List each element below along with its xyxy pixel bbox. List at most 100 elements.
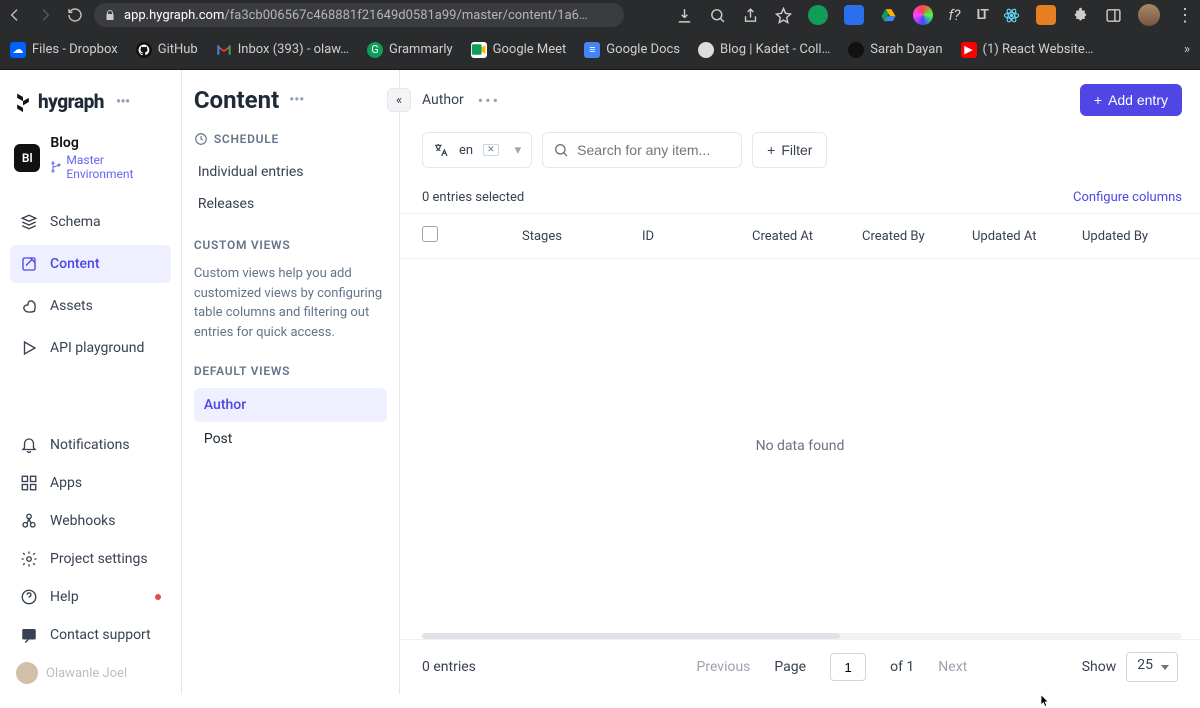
address-bar[interactable]: app.hygraph.com/fa3cb006567c468881f21649… bbox=[94, 3, 624, 27]
default-views-header: DEFAULT VIEWS bbox=[194, 364, 387, 378]
search-input[interactable] bbox=[577, 142, 731, 158]
extension-react-icon[interactable] bbox=[1003, 7, 1020, 24]
collapse-panel-button[interactable]: « bbox=[387, 88, 411, 112]
bookmark-sarah[interactable]: Sarah Dayan bbox=[848, 42, 942, 58]
breadcrumb-menu-icon[interactable]: ••• bbox=[478, 91, 500, 110]
filter-button[interactable]: + Filter bbox=[752, 132, 827, 168]
webhook-icon bbox=[20, 512, 38, 530]
show-label: Show bbox=[1082, 659, 1117, 675]
locale-selector[interactable]: en ✕ ▾ bbox=[422, 132, 532, 168]
project-selector[interactable]: Bl Blog Master Environment bbox=[10, 133, 171, 197]
main-area: Author ••• + Add entry en ✕ ▾ + Filter bbox=[400, 70, 1200, 694]
releases-link[interactable]: Releases bbox=[194, 188, 387, 220]
nav-contact-support[interactable]: Contact support bbox=[10, 616, 171, 654]
page-of-label: of 1 bbox=[890, 659, 914, 675]
extension-orange-icon[interactable] bbox=[1036, 5, 1056, 25]
assets-icon bbox=[20, 297, 38, 315]
nav-webhooks[interactable]: Webhooks bbox=[10, 502, 171, 540]
custom-views-header: CUSTOM VIEWS bbox=[194, 238, 387, 252]
nav-content[interactable]: Content bbox=[10, 245, 171, 283]
next-page-button[interactable]: Next bbox=[938, 659, 967, 675]
col-id[interactable]: ID bbox=[642, 225, 752, 248]
col-updated-at[interactable]: Updated At bbox=[972, 225, 1082, 248]
bookmark-kadet[interactable]: Blog | Kadet - Coll… bbox=[698, 42, 830, 58]
extensions-icon[interactable] bbox=[1072, 7, 1089, 24]
url-path: /fa3cb006567c468881f21649d0581a99/master… bbox=[224, 8, 587, 23]
select-all-checkbox[interactable] bbox=[422, 226, 438, 242]
bookmark-meet[interactable]: Google Meet bbox=[471, 42, 567, 58]
star-icon[interactable] bbox=[775, 7, 792, 24]
brand-logo[interactable]: hygraph ••• bbox=[10, 84, 171, 127]
bookmark-docs[interactable]: ≡Google Docs bbox=[584, 42, 680, 58]
top-bar: Author ••• + Add entry bbox=[400, 70, 1200, 132]
bookmarks-bar: ☁Files - Dropbox GitHub Inbox (393) - ol… bbox=[0, 30, 1200, 70]
browser-back-icon[interactable] bbox=[6, 6, 24, 24]
extension-lt-icon[interactable]: LT bbox=[976, 7, 987, 23]
tool-row: en ✕ ▾ + Filter bbox=[400, 132, 1200, 182]
nav-notifications[interactable]: Notifications bbox=[10, 426, 171, 464]
panel-menu-icon[interactable]: ••• bbox=[289, 92, 304, 108]
nav-assets[interactable]: Assets bbox=[10, 287, 171, 325]
hygraph-logo-icon bbox=[14, 92, 32, 112]
content-icon bbox=[20, 255, 38, 273]
url-host: app.hygraph.com bbox=[124, 8, 224, 23]
nav-apps[interactable]: Apps bbox=[10, 464, 171, 502]
add-entry-button[interactable]: + Add entry bbox=[1080, 84, 1182, 116]
share-icon[interactable] bbox=[742, 7, 759, 24]
clock-icon bbox=[194, 132, 208, 146]
bookmark-gmail[interactable]: Inbox (393) - olaw… bbox=[216, 42, 349, 58]
browser-toolbar: app.hygraph.com/fa3cb006567c468881f21649… bbox=[0, 0, 1200, 30]
profile-avatar[interactable] bbox=[1138, 4, 1160, 26]
project-badge: Bl bbox=[14, 144, 40, 172]
col-updated-by[interactable]: Updated By bbox=[1082, 225, 1182, 248]
selected-count: 0 entries selected bbox=[422, 190, 524, 205]
horizontal-scrollbar[interactable] bbox=[422, 633, 1182, 639]
search-icon[interactable] bbox=[709, 7, 726, 24]
schedule-header: SCHEDULE bbox=[194, 132, 387, 146]
nav-help[interactable]: Help bbox=[10, 578, 171, 616]
sidebar-user[interactable]: Olawanle Joel bbox=[10, 654, 171, 684]
browser-menu-icon[interactable]: ⋮ bbox=[1176, 5, 1194, 26]
col-created-at[interactable]: Created At bbox=[752, 225, 862, 248]
view-post[interactable]: Post bbox=[194, 422, 387, 456]
bell-icon bbox=[20, 436, 38, 454]
entries-count: 0 entries bbox=[422, 659, 582, 675]
search-box[interactable] bbox=[542, 132, 742, 168]
col-created-by[interactable]: Created By bbox=[862, 225, 972, 248]
breadcrumb-current[interactable]: Author bbox=[422, 92, 464, 108]
bookmark-react[interactable]: ▶(1) React Website… bbox=[961, 42, 1094, 58]
extension-zoom-icon[interactable] bbox=[844, 5, 864, 25]
configure-columns-link[interactable]: Configure columns bbox=[1073, 190, 1182, 205]
translate-icon bbox=[433, 142, 449, 158]
browser-forward-icon[interactable] bbox=[36, 6, 54, 24]
bookmarks-overflow-icon[interactable]: » bbox=[1184, 42, 1190, 57]
chat-icon bbox=[20, 626, 38, 644]
extension-color-icon[interactable] bbox=[913, 5, 933, 25]
extension-drive-icon[interactable] bbox=[880, 7, 897, 24]
col-stages[interactable]: Stages bbox=[522, 225, 642, 248]
page-size-select[interactable]: 25 bbox=[1126, 652, 1178, 682]
panel-title: Content ••• bbox=[194, 86, 387, 114]
custom-views-help-text: Custom views help you add customized vie… bbox=[194, 262, 387, 356]
nav-api-playground[interactable]: API playground bbox=[10, 329, 171, 367]
page-input[interactable] bbox=[830, 653, 866, 681]
schema-icon bbox=[20, 213, 38, 231]
nav-schema[interactable]: Schema bbox=[10, 203, 171, 241]
nav-project-settings[interactable]: Project settings bbox=[10, 540, 171, 578]
locale-remove-icon[interactable]: ✕ bbox=[483, 144, 499, 156]
brand-menu-icon[interactable]: ••• bbox=[116, 94, 130, 110]
bookmark-github[interactable]: GitHub bbox=[136, 42, 198, 58]
extension-grammarly-icon[interactable] bbox=[808, 5, 828, 25]
bookmark-dropbox[interactable]: ☁Files - Dropbox bbox=[10, 42, 118, 58]
browser-reload-icon[interactable] bbox=[66, 6, 84, 24]
prev-page-button[interactable]: Previous bbox=[697, 659, 751, 675]
side-panel-icon[interactable] bbox=[1105, 7, 1122, 24]
table-header: Stages ID Created At Created By Updated … bbox=[400, 213, 1200, 259]
bookmark-grammarly[interactable]: GGrammarly bbox=[367, 42, 453, 58]
view-author[interactable]: Author bbox=[194, 388, 387, 422]
project-env: Master Environment bbox=[50, 153, 166, 181]
download-icon[interactable] bbox=[676, 7, 693, 24]
extension-font-icon[interactable]: f? bbox=[949, 6, 961, 24]
plus-icon: + bbox=[1094, 92, 1102, 108]
individual-entries-link[interactable]: Individual entries bbox=[194, 156, 387, 188]
